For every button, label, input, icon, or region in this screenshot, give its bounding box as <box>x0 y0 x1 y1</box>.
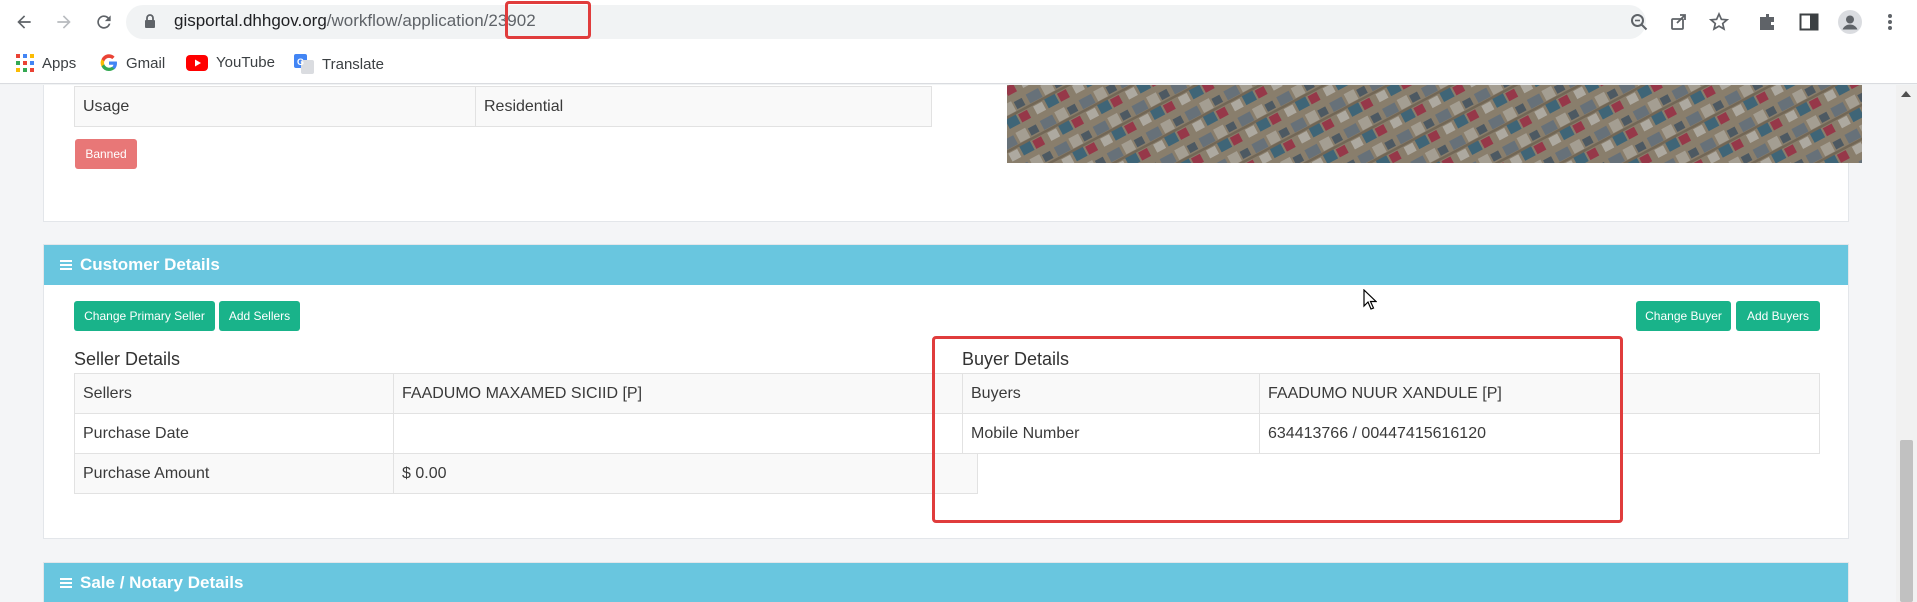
sale-notary-card: Sale / Notary Details <box>43 562 1849 602</box>
page-scrollbar[interactable] <box>1896 85 1917 602</box>
purchase-date-value <box>393 413 978 454</box>
bookmark-label: Apps <box>42 54 77 72</box>
add-sellers-button[interactable]: Add Sellers <box>219 301 300 331</box>
buyer-details-highlight <box>932 336 1623 523</box>
forward-arrow-icon <box>57 15 71 29</box>
map-tiles <box>1007 85 1862 163</box>
scroll-up-arrow-icon[interactable] <box>1901 91 1911 97</box>
bookmarks-bar: Apps Gmail YouTube G Translate <box>0 44 1917 84</box>
seller-label: Sellers <box>74 373 394 414</box>
purchase-amount-value: $ 0.00 <box>393 453 978 494</box>
table-row: Purchase Amount $ 0.00 <box>74 453 978 494</box>
customer-details-header[interactable]: Customer Details <box>44 245 1848 285</box>
forward-button[interactable] <box>50 8 78 36</box>
banned-status-badge: Banned <box>75 139 137 169</box>
sale-notary-title: Sale / Notary Details <box>80 573 244 592</box>
usage-label: Usage <box>74 86 476 127</box>
bookmark-youtube[interactable]: YouTube <box>186 54 275 71</box>
seller-details-table: Sellers FAADUMO MAXAMED SICIID [P] Purch… <box>74 373 978 494</box>
url-host: gisportal.dhhgov.org <box>174 11 327 30</box>
property-card: Usage Residential Banned <box>43 85 1862 222</box>
mouse-cursor-icon <box>1363 289 1377 310</box>
bookmark-gmail[interactable]: Gmail <box>100 54 165 72</box>
table-row: Purchase Date <box>74 413 978 454</box>
purchase-amount-label: Purchase Amount <box>74 453 394 494</box>
customer-details-title: Customer Details <box>80 255 220 274</box>
add-buyers-button[interactable]: Add Buyers <box>1736 301 1820 331</box>
bookmark-label: Translate <box>322 55 384 73</box>
reload-icon <box>97 15 111 29</box>
scroll-thumb[interactable] <box>1900 440 1913 602</box>
list-icon <box>60 577 72 589</box>
bookmark-apps[interactable]: Apps <box>16 54 76 72</box>
purchase-date-label: Purchase Date <box>74 413 394 454</box>
bookmark-label: YouTube <box>216 54 275 71</box>
side-panel-icon[interactable] <box>1797 10 1821 34</box>
back-arrow-icon <box>17 15 31 29</box>
youtube-icon <box>186 54 208 71</box>
seller-details-title: Seller Details <box>74 349 181 369</box>
table-row: Usage Residential <box>74 86 932 127</box>
zoom-icon[interactable] <box>1628 11 1650 33</box>
usage-value: Residential <box>475 86 932 127</box>
url-text[interactable]: gisportal.dhhgov.org/workflow/applicatio… <box>174 11 536 31</box>
svg-text:G: G <box>297 57 304 67</box>
property-table: Usage Residential <box>74 86 932 127</box>
profile-avatar-icon[interactable] <box>1838 10 1862 34</box>
reload-button[interactable] <box>90 8 118 36</box>
browser-toolbar: gisportal.dhhgov.org/workflow/applicatio… <box>0 0 1917 44</box>
lock-icon[interactable] <box>144 13 156 34</box>
extensions-icon[interactable] <box>1756 10 1780 34</box>
translate-icon: G <box>294 54 314 74</box>
table-row: Sellers FAADUMO MAXAMED SICIID [P] <box>74 373 978 414</box>
list-icon <box>60 259 72 271</box>
sale-notary-header[interactable]: Sale / Notary Details <box>44 563 1848 602</box>
bookmark-translate[interactable]: G Translate <box>294 54 384 74</box>
google-icon <box>100 54 117 72</box>
url-id-highlight <box>505 1 591 39</box>
seller-value: FAADUMO MAXAMED SICIID [P] <box>393 373 978 414</box>
share-icon[interactable] <box>1668 11 1690 33</box>
browser-menu-icon[interactable] <box>1878 10 1902 34</box>
apps-grid-icon <box>16 54 34 72</box>
bookmark-star-icon[interactable] <box>1708 11 1730 33</box>
back-button[interactable] <box>10 8 38 36</box>
change-buyer-button[interactable]: Change Buyer <box>1636 301 1731 331</box>
change-primary-seller-button[interactable]: Change Primary Seller <box>74 301 215 331</box>
bookmark-label: Gmail <box>126 54 166 72</box>
satellite-map-image[interactable] <box>1007 85 1862 163</box>
